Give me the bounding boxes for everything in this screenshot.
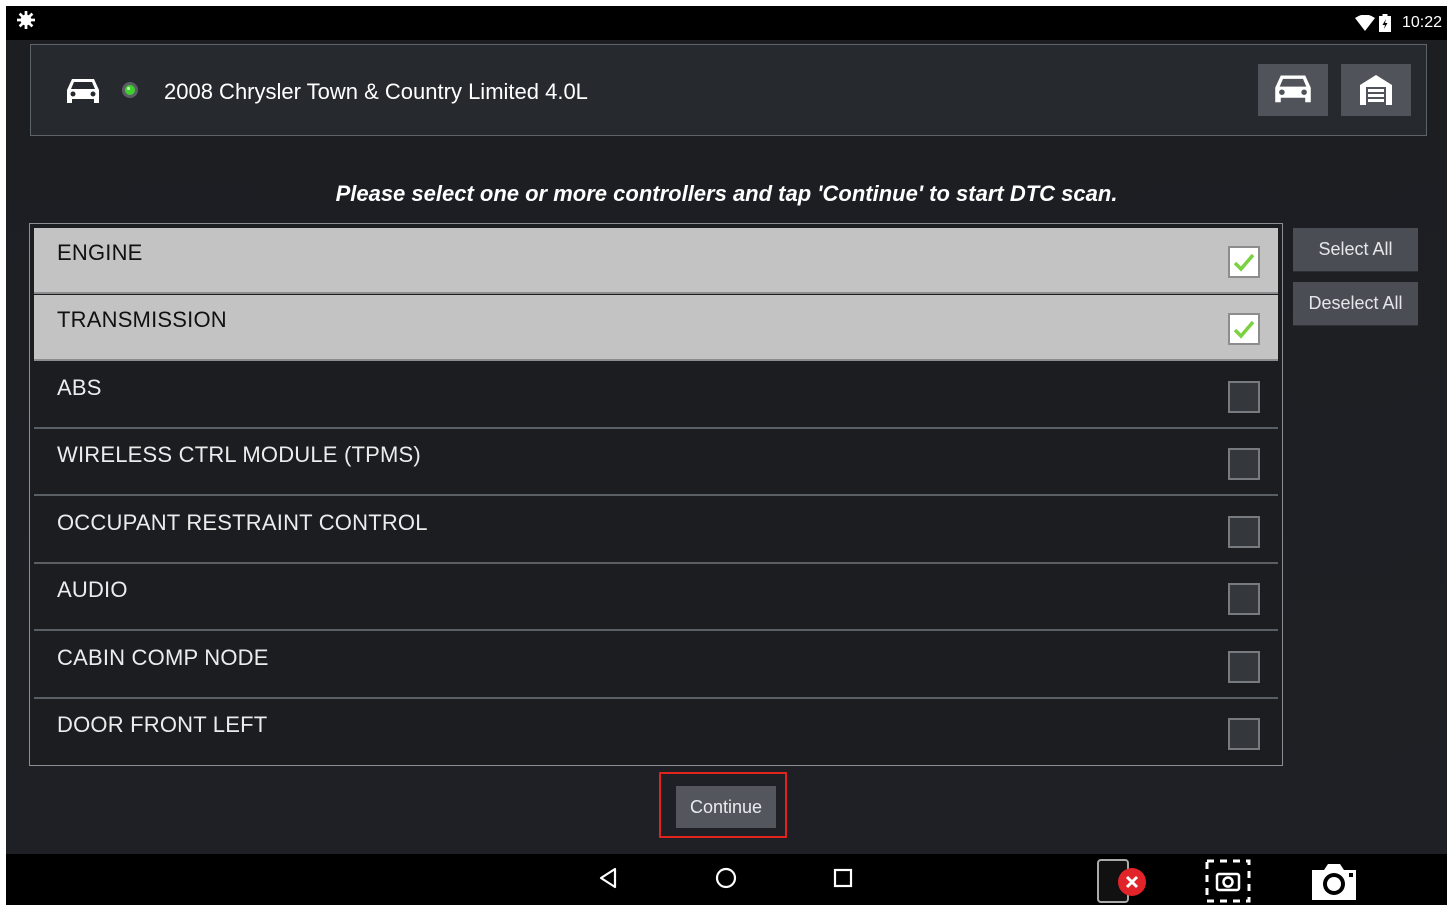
select-all-button[interactable]: Select All — [1293, 228, 1418, 272]
controller-label: DOOR FRONT LEFT — [57, 712, 268, 737]
controller-checkbox[interactable] — [1228, 313, 1260, 345]
vehicle-button-car-icon — [1275, 75, 1311, 103]
vehicle-name: 2008 Chrysler Town & Country Limited 4.0… — [164, 79, 588, 104]
screenshot-region-icon[interactable] — [1204, 858, 1252, 904]
home-icon[interactable] — [714, 866, 738, 890]
back-icon[interactable] — [597, 866, 619, 890]
controller-checkbox[interactable] — [1228, 516, 1260, 548]
navigation-bar — [6, 854, 1447, 905]
controller-row-door-front-left[interactable]: DOOR FRONT LEFT — [34, 700, 1278, 766]
garage-button[interactable] — [1341, 64, 1411, 116]
controller-row-abs[interactable]: ABS — [34, 363, 1278, 429]
instruction-text: Please select one or more controllers an… — [335, 181, 1118, 206]
deselect-all-button[interactable]: Deselect All — [1293, 282, 1418, 326]
car-icon — [67, 79, 99, 103]
controller-label: OCCUPANT RESTRAINT CONTROL — [57, 510, 428, 535]
continue-highlight: Continue — [659, 772, 787, 838]
controller-list: ENGINE TRANSMISSION ABS WIRELESS CTRL MO… — [29, 223, 1283, 766]
vehicle-button[interactable] — [1258, 64, 1328, 116]
vehicle-header: 2008 Chrysler Town & Country Limited 4.0… — [30, 44, 1427, 136]
wifi-icon — [1355, 15, 1375, 31]
gear-icon — [17, 11, 35, 29]
continue-button[interactable]: Continue — [676, 786, 776, 828]
controller-label: ABS — [57, 375, 102, 400]
check-icon — [1233, 320, 1255, 339]
controller-row-cabin-comp-node[interactable]: CABIN COMP NODE — [34, 633, 1278, 699]
controller-label: AUDIO — [57, 577, 128, 602]
controller-label: TRANSMISSION — [57, 307, 227, 332]
status-led-icon — [122, 82, 138, 98]
controller-label: CABIN COMP NODE — [57, 645, 269, 670]
battery-icon — [1379, 14, 1391, 32]
controller-row-transmission[interactable]: TRANSMISSION — [34, 295, 1278, 361]
controller-label: WIRELESS CTRL MODULE (TPMS) — [57, 442, 421, 467]
camera-icon[interactable] — [1308, 860, 1360, 902]
controller-row-tpms[interactable]: WIRELESS CTRL MODULE (TPMS) — [34, 430, 1278, 496]
controller-row-occupant-restraint[interactable]: OCCUPANT RESTRAINT CONTROL — [34, 498, 1278, 564]
check-icon — [1233, 253, 1255, 272]
controller-checkbox[interactable] — [1228, 246, 1260, 278]
controller-checkbox[interactable] — [1228, 651, 1260, 683]
controller-checkbox[interactable] — [1228, 448, 1260, 480]
controller-label: ENGINE — [57, 240, 143, 265]
controller-checkbox[interactable] — [1228, 583, 1260, 615]
recents-icon[interactable] — [832, 866, 854, 890]
controller-row-engine[interactable]: ENGINE — [34, 228, 1278, 294]
status-bar: 10:22 — [6, 6, 1447, 40]
controller-row-audio[interactable]: AUDIO — [34, 565, 1278, 631]
close-app-icon[interactable] — [1096, 858, 1148, 904]
controller-checkbox[interactable] — [1228, 718, 1260, 750]
status-time: 10:22 — [1401, 14, 1442, 31]
controller-checkbox[interactable] — [1228, 381, 1260, 413]
garage-icon — [1360, 75, 1392, 105]
app-screen: 10:22 2008 Chrysler Town & Country Limit… — [6, 6, 1447, 905]
